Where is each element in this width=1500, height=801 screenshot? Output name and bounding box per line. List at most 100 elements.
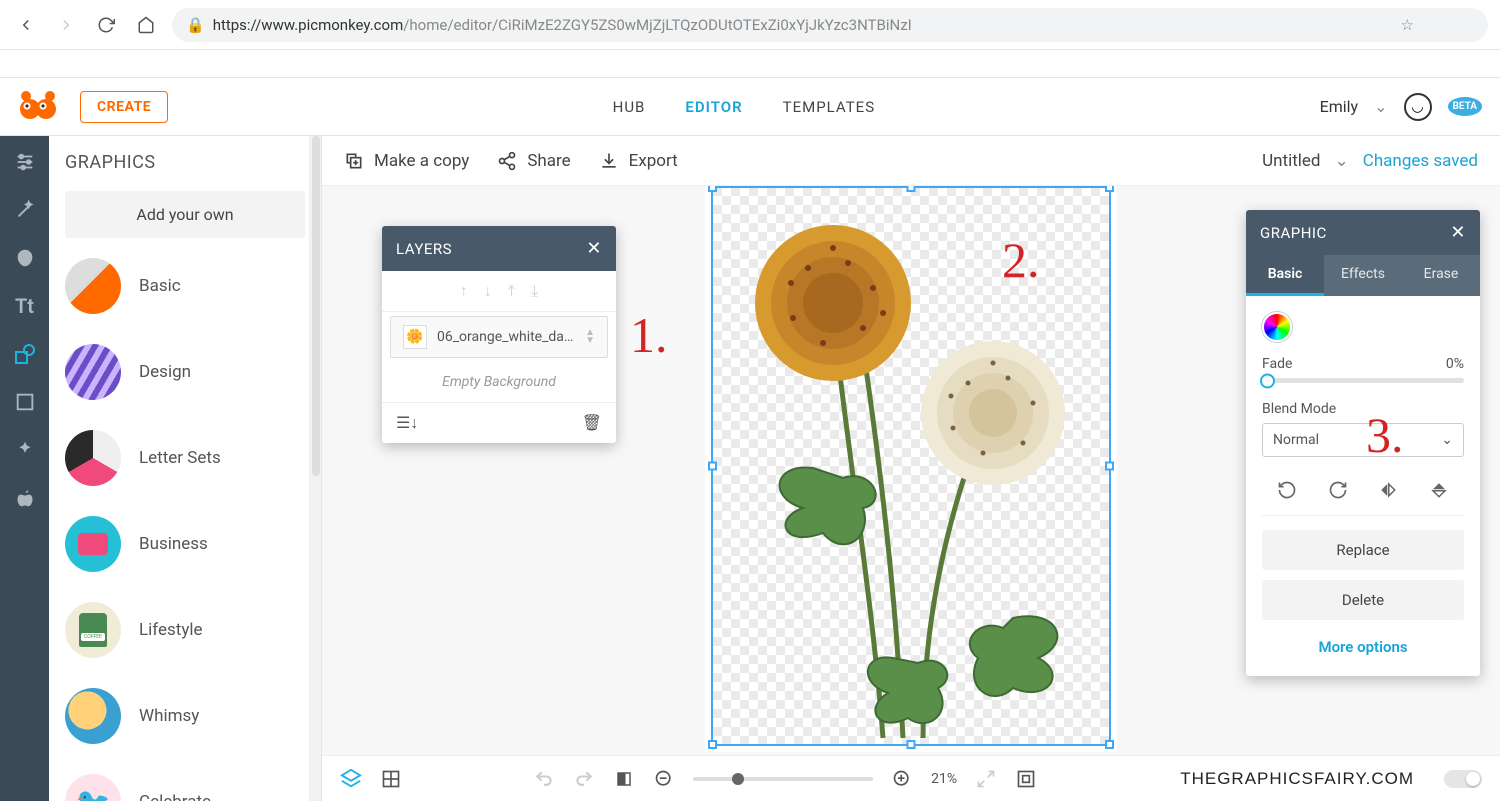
graphics-icon[interactable]: [13, 342, 37, 366]
flip-horizontal-icon[interactable]: [1377, 479, 1399, 501]
graphic-panel[interactable]: GRAPHIC ✕ Basic Effects Erase 3. Fade 0%: [1246, 210, 1480, 676]
layer-stepper[interactable]: ▲▼: [585, 329, 595, 345]
category-business[interactable]: Business: [65, 516, 305, 572]
delete-button[interactable]: Delete: [1262, 580, 1464, 620]
grid-icon[interactable]: [380, 768, 402, 790]
chevron-down-icon[interactable]: ⌄: [1374, 97, 1387, 116]
annotation-2: 2.: [1002, 231, 1040, 289]
blend-mode-label: Blend Mode: [1262, 401, 1464, 417]
replace-button[interactable]: Replace: [1262, 530, 1464, 570]
text-icon[interactable]: Tt: [13, 294, 37, 318]
canvas-graphic[interactable]: [713, 188, 1113, 748]
zoom-out-icon[interactable]: [653, 768, 675, 790]
lifestyle-icon: COFFEE: [65, 602, 121, 658]
share-button[interactable]: Share: [497, 151, 570, 171]
canvas-stage[interactable]: LAYERS ✕ ↑ ↓ ⤒ ⤓ 🌼 06_orange_white_dahli…: [322, 186, 1500, 755]
layers-title: LAYERS: [396, 240, 452, 258]
layers-stack-icon[interactable]: ☰↓: [396, 413, 418, 433]
resize-handle[interactable]: [907, 186, 916, 192]
share-label: Share: [527, 151, 570, 171]
nav-hub[interactable]: HUB: [613, 98, 646, 116]
canvas-selection[interactable]: [711, 186, 1111, 746]
slider-thumb[interactable]: [1260, 373, 1275, 388]
fade-label: Fade: [1262, 356, 1292, 372]
layers-toggle-icon[interactable]: [340, 768, 362, 790]
category-lettersets[interactable]: Letter Sets: [65, 430, 305, 486]
category-label: Whimsy: [139, 706, 199, 726]
category-label: Celebrate: [139, 792, 211, 801]
zoom-in-icon[interactable]: [891, 768, 913, 790]
resize-handle[interactable]: [907, 740, 916, 749]
undo-icon[interactable]: [533, 768, 555, 790]
user-name[interactable]: Emily: [1320, 97, 1358, 116]
redo-icon[interactable]: [573, 768, 595, 790]
home-button[interactable]: [132, 11, 160, 39]
smile-icon[interactable]: ◡: [1404, 93, 1432, 121]
more-options-link[interactable]: More options: [1262, 630, 1464, 660]
sliders-icon[interactable]: [13, 150, 37, 174]
reload-button[interactable]: [92, 11, 120, 39]
rotate-cw-icon[interactable]: [1327, 479, 1349, 501]
move-bottom-icon[interactable]: ⤓: [531, 281, 538, 301]
picmonkey-logo[interactable]: [18, 87, 58, 127]
export-button[interactable]: Export: [599, 151, 678, 171]
document-name[interactable]: Untitled: [1262, 151, 1320, 171]
tab-erase[interactable]: Erase: [1402, 255, 1480, 296]
compare-icon[interactable]: [613, 768, 635, 790]
tab-effects[interactable]: Effects: [1324, 255, 1402, 296]
make-copy-button[interactable]: Make a copy: [344, 151, 469, 171]
layer-item[interactable]: 🌼 06_orange_white_dahli… ▲▼: [390, 316, 608, 358]
tab-basic[interactable]: Basic: [1246, 255, 1324, 296]
fade-slider[interactable]: [1262, 378, 1464, 383]
fit-icon[interactable]: [1015, 768, 1037, 790]
zoom-thumb[interactable]: [732, 773, 744, 785]
face-icon[interactable]: [13, 246, 37, 270]
resize-handle[interactable]: [1105, 186, 1114, 192]
nav-templates[interactable]: TEMPLATES: [783, 98, 875, 116]
close-icon[interactable]: ✕: [586, 238, 602, 259]
category-celebrate[interactable]: 🐦 Celebrate: [65, 774, 305, 801]
editor-toolbar: Make a copy Share Export Untitled ⌄ Chan…: [322, 136, 1500, 186]
category-basic[interactable]: Basic: [65, 258, 305, 314]
add-your-own-button[interactable]: Add your own: [65, 191, 305, 238]
frame-icon[interactable]: [13, 390, 37, 414]
panel-scrollbar-thumb[interactable]: [312, 136, 320, 476]
bookmark-star-icon[interactable]: ☆: [1401, 16, 1414, 34]
side-title: GRAPHICS: [65, 152, 305, 173]
resize-handle[interactable]: [708, 462, 717, 471]
apple-icon[interactable]: [13, 486, 37, 510]
resize-handle[interactable]: [708, 186, 717, 192]
nav-editor[interactable]: EDITOR: [685, 98, 742, 116]
layer-background[interactable]: Empty Background: [382, 362, 616, 403]
category-whimsy[interactable]: Whimsy: [65, 688, 305, 744]
expand-icon[interactable]: [975, 768, 997, 790]
create-button[interactable]: CREATE: [80, 91, 168, 123]
blend-mode-value: Normal: [1273, 432, 1319, 448]
move-down-icon[interactable]: ↓: [484, 281, 492, 301]
zoom-slider[interactable]: [693, 777, 873, 781]
back-button[interactable]: [12, 11, 40, 39]
blend-mode-select[interactable]: Normal ⌄: [1262, 423, 1464, 457]
texture-icon[interactable]: [13, 438, 37, 462]
wand-icon[interactable]: [13, 198, 37, 222]
move-top-icon[interactable]: ⤒: [508, 281, 515, 301]
resize-handle[interactable]: [1105, 740, 1114, 749]
flip-vertical-icon[interactable]: [1428, 479, 1450, 501]
color-picker[interactable]: [1262, 312, 1292, 342]
trash-icon[interactable]: 🗑: [582, 413, 602, 433]
panel-scrollbar-track[interactable]: [309, 136, 322, 801]
layers-panel[interactable]: LAYERS ✕ ↑ ↓ ⤒ ⤓ 🌼 06_orange_white_dahli…: [382, 226, 616, 443]
chevron-down-icon[interactable]: ⌄: [1335, 151, 1349, 171]
url-bar[interactable]: 🔒 https://www.picmonkey.com/home/editor/…: [172, 8, 1488, 42]
layer-thumb: 🌼: [403, 325, 427, 349]
rotate-ccw-icon[interactable]: [1276, 479, 1298, 501]
forward-button[interactable]: [52, 11, 80, 39]
move-up-icon[interactable]: ↑: [460, 281, 468, 301]
close-icon[interactable]: ✕: [1450, 222, 1466, 243]
view-toggle[interactable]: [1444, 770, 1482, 788]
zoom-percent[interactable]: 21%: [931, 771, 957, 787]
category-design[interactable]: Design: [65, 344, 305, 400]
category-lifestyle[interactable]: COFFEE Lifestyle: [65, 602, 305, 658]
resize-handle[interactable]: [708, 740, 717, 749]
resize-handle[interactable]: [1105, 462, 1114, 471]
